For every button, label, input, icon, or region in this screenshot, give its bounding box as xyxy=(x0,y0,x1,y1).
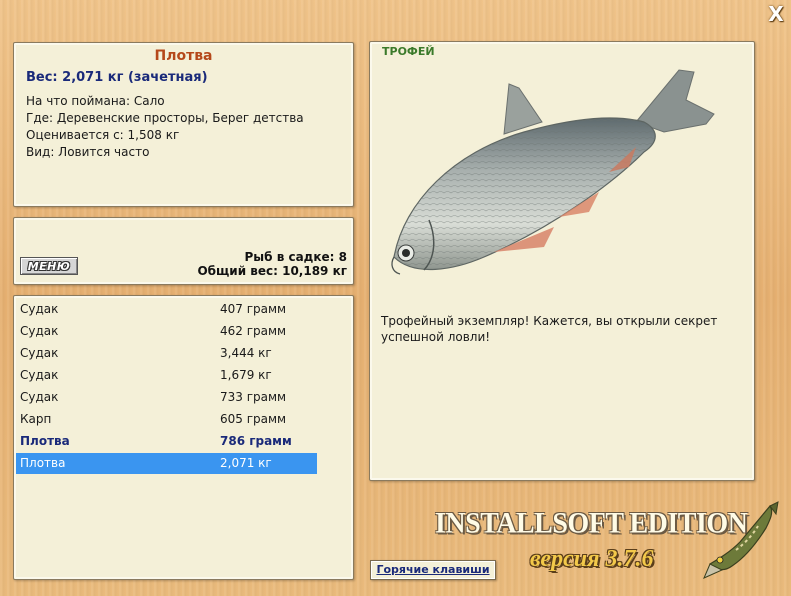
fish-weight: Вес: 2,071 кг (зачетная) xyxy=(26,70,208,85)
version-label: версия 3.7.6 xyxy=(530,546,654,572)
keepnet-summary-panel: МЕНЮ Рыб в садке: 8 Общий вес: 10,189 кг xyxy=(13,217,354,285)
total-weight: Общий вес: 10,189 кг xyxy=(197,264,347,278)
fish-image xyxy=(391,69,715,275)
catch-fish-weight: 605 грамм xyxy=(220,412,287,426)
catch-fish-weight: 2,071 кг xyxy=(220,456,272,470)
catch-list-row[interactable]: Судак 3,444 кг xyxy=(16,343,317,364)
catch-fish-weight: 733 грамм xyxy=(220,390,287,404)
catch-fish-name: Судак xyxy=(20,346,59,360)
catch-fish-weight: 3,444 кг xyxy=(220,346,272,360)
fish-title: Плотва xyxy=(154,48,213,64)
catch-list-row[interactable]: Карп 605 грамм xyxy=(16,409,317,430)
fish-valued-from: Оценивается с: 1,508 кг xyxy=(26,128,180,142)
catch-fish-weight: 407 грамм xyxy=(220,302,287,316)
hotkeys-button[interactable]: Горячие клавиши xyxy=(370,560,496,580)
catch-list-row[interactable]: Судак 1,679 кг xyxy=(16,365,317,386)
catch-fish-weight: 786 грамм xyxy=(220,434,292,448)
close-button[interactable]: X xyxy=(766,4,786,24)
catch-list-row[interactable]: Судак 733 грамм xyxy=(16,387,317,408)
fish-count: Рыб в садке: 8 xyxy=(244,250,348,264)
catch-fish-name: Судак xyxy=(20,324,59,338)
catch-list-row[interactable]: Судак 407 грамм xyxy=(16,299,317,320)
trophy-panel: ТРОФЕЙ Трофейный экземпляр! Кажется, вы … xyxy=(369,41,755,481)
catch-list-row[interactable]: Плотва 2,071 кг xyxy=(16,453,317,474)
fish-location: Где: Деревенские просторы, Берег детства xyxy=(26,111,304,125)
fish-info-panel: Плотва Вес: 2,071 кг (зачетная) На что п… xyxy=(13,42,354,207)
catch-list-row[interactable]: Плотва 786 грамм xyxy=(16,431,317,452)
menu-button[interactable]: МЕНЮ xyxy=(20,257,78,275)
menu-button-label: МЕНЮ xyxy=(27,259,71,273)
pike-logo-icon xyxy=(703,501,779,579)
catch-fish-name: Плотва xyxy=(20,434,70,448)
trophy-description: Трофейный экземпляр! Кажется, вы открыли… xyxy=(381,314,718,344)
catch-fish-weight: 462 грамм xyxy=(220,324,287,338)
fish-bait: На что поймана: Сало xyxy=(26,94,165,108)
catch-fish-weight: 1,679 кг xyxy=(220,368,272,382)
fish-kind: Вид: Ловится часто xyxy=(26,145,150,159)
catch-fish-name: Судак xyxy=(20,390,59,404)
catch-list-panel: Судак 407 грамм Судак 462 грамм Судак 3,444 к… xyxy=(13,295,354,580)
catch-fish-name: Судак xyxy=(20,368,59,382)
catch-fish-name: Плотва xyxy=(20,456,66,470)
catch-list-row[interactable]: Судак 462 грамм xyxy=(16,321,317,342)
catch-fish-name: Судак xyxy=(20,302,59,316)
catch-fish-name: Карп xyxy=(20,412,52,426)
